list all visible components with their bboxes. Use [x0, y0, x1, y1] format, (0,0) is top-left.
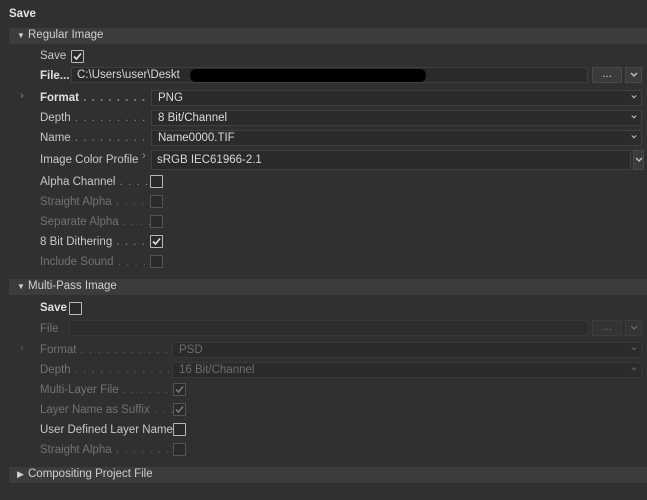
depth-value: 16 Bit/Channel — [179, 364, 255, 376]
chevron-down-icon — [631, 115, 637, 119]
chevron-down-icon — [630, 325, 637, 330]
regular-file-browse-button[interactable]: ... — [592, 67, 622, 83]
multipass-format-expand-icon[interactable]: › — [20, 342, 24, 354]
format-value: PSD — [179, 344, 203, 356]
regular-alpha-label: Alpha Channel . . . . . — [40, 176, 158, 188]
chevron-down-icon — [631, 347, 637, 351]
multipass-save-checkbox[interactable] — [69, 302, 82, 315]
regular-depth-select[interactable]: 8 Bit/Channel — [151, 110, 642, 126]
multipass-file-dropdown-button[interactable] — [625, 320, 642, 336]
section-label: Compositing Project File — [28, 468, 153, 480]
multipass-format-label: Format . . . . . . . . . . . . . . — [40, 344, 194, 356]
multipass-layer-suffix-checkbox[interactable] — [173, 403, 186, 416]
collapsed-triangle-icon: ▶ — [17, 469, 24, 479]
chevron-down-icon — [631, 95, 637, 99]
regular-dithering-checkbox[interactable] — [150, 235, 163, 248]
regular-save-label: Save — [40, 50, 67, 62]
multipass-user-layer-label: User Defined Layer Name — [40, 424, 173, 436]
multipass-save-label: Save — [40, 302, 67, 314]
section-compositing-project-file[interactable]: ▶ Compositing Project File — [9, 467, 647, 483]
regular-straight-alpha-checkbox[interactable] — [150, 195, 163, 208]
regular-alpha-checkbox[interactable] — [150, 175, 163, 188]
expanded-triangle-icon: ▼ — [17, 282, 25, 291]
regular-sound-checkbox[interactable] — [150, 255, 163, 268]
expanded-triangle-icon: ▼ — [17, 31, 25, 40]
checkmark-icon — [175, 385, 184, 394]
chevron-down-icon — [630, 72, 637, 77]
regular-separate-alpha-checkbox[interactable] — [150, 215, 163, 228]
section-regular-image[interactable]: ▼ Regular Image — [9, 28, 647, 44]
checkmark-icon — [152, 237, 161, 246]
multipass-straight-alpha-checkbox[interactable] — [173, 443, 186, 456]
chevron-down-icon — [631, 135, 637, 139]
section-label: Multi-Pass Image — [28, 280, 117, 292]
regular-separate-alpha-label: Separate Alpha . . . . — [40, 216, 153, 228]
regular-save-checkbox[interactable] — [71, 50, 84, 63]
format-value: PNG — [158, 92, 183, 104]
multipass-multilayer-checkbox[interactable] — [173, 383, 186, 396]
regular-profile-field[interactable]: sRGB IEC61966-2.1 — [151, 150, 631, 170]
multipass-user-layer-checkbox[interactable] — [173, 423, 186, 436]
depth-value: 8 Bit/Channel — [158, 112, 228, 124]
regular-format-select[interactable]: PNG — [151, 90, 642, 106]
multipass-straight-alpha-label: Straight Alpha . . . . . . . . . — [40, 444, 188, 456]
multipass-depth-select[interactable]: 16 Bit/Channel — [172, 362, 642, 378]
checkmark-icon — [175, 405, 184, 414]
redaction-bar — [190, 69, 426, 82]
regular-sound-label: Include Sound . . . . . — [40, 256, 156, 268]
regular-profile-label: Image Color Profile — [40, 154, 139, 166]
name-value: Name0000.TIF — [158, 132, 235, 144]
profile-dropdown-button[interactable] — [633, 150, 644, 170]
multipass-format-select[interactable]: PSD — [172, 342, 642, 358]
multipass-layer-suffix-label: Layer Name as Suffix . . . — [40, 404, 175, 416]
file-path-text: C:\Users\user\Deskt — [77, 69, 180, 81]
section-label: Regular Image — [28, 29, 104, 41]
checkmark-icon — [73, 52, 82, 61]
multipass-file-label: File — [40, 323, 59, 335]
multipass-multilayer-label: Multi-Layer File . . . . . . . . — [40, 384, 186, 396]
regular-dithering-label: 8 Bit Dithering . . . . . — [40, 236, 155, 248]
regular-file-label: File... — [40, 70, 70, 82]
section-multipass-image[interactable]: ▼ Multi-Pass Image — [9, 279, 647, 295]
panel-title: Save — [9, 8, 36, 20]
regular-straight-alpha-label: Straight Alpha . . . . . — [40, 196, 154, 208]
multipass-file-input[interactable] — [69, 320, 588, 336]
format-expand-icon[interactable]: › — [20, 90, 24, 102]
regular-name-select[interactable]: Name0000.TIF — [151, 130, 642, 146]
profile-value: sRGB IEC61966-2.1 — [157, 154, 262, 166]
chevron-down-icon — [631, 367, 637, 371]
regular-file-dropdown-button[interactable] — [625, 67, 642, 83]
multipass-file-browse-button[interactable]: ... — [592, 320, 622, 336]
profile-expand-icon[interactable]: › — [142, 150, 146, 162]
chevron-down-icon — [635, 157, 642, 162]
